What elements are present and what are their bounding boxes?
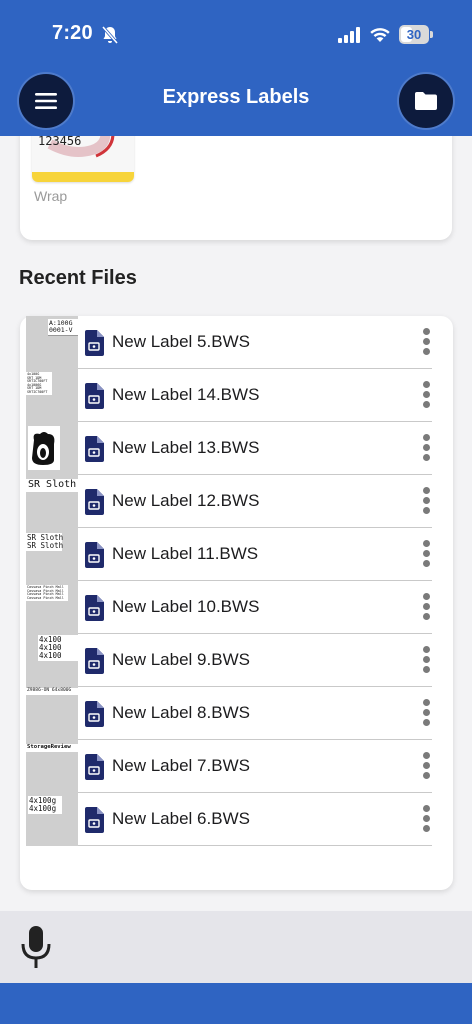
- file-name: New Label 11.BWS: [112, 544, 259, 563]
- file-document-icon: [85, 754, 104, 780]
- folder-icon: [415, 92, 437, 110]
- file-thumbnail-text: SR Sloth SR Sloth: [26, 533, 64, 551]
- more-vertical-icon[interactable]: [419, 434, 433, 464]
- file-name: New Label 12.BWS: [112, 491, 260, 510]
- file-row[interactable]: Z9886-ON 64x800G New Label 8.BWS: [26, 687, 432, 740]
- wifi-icon: [370, 28, 390, 42]
- file-document-icon: [85, 648, 104, 674]
- bell-off-icon: [101, 25, 119, 45]
- more-vertical-icon[interactable]: [419, 593, 433, 623]
- file-row[interactable]: StorageReview New Label 7.BWS: [26, 740, 432, 793]
- file-thumbnail-text: Z9886-ON 64x800G: [26, 688, 78, 695]
- file-thumbnail-text: Cassava Pinch Mall Cassava Pinch Mall Ca…: [26, 585, 68, 602]
- file-thumbnail-text: 4x100 4x100 4x100: [38, 635, 78, 661]
- file-thumbnail: 4x100 4x100 4x100: [26, 634, 78, 687]
- file-thumbnail: Cassava Pinch Mall Cassava Pinch Mall Ca…: [26, 581, 78, 634]
- more-vertical-icon[interactable]: [419, 646, 433, 676]
- file-thumbnail-text: 4x100G SRT 1DM SRTIC700FT 4x1006G SRT 1D…: [26, 372, 52, 396]
- more-vertical-icon[interactable]: [419, 752, 433, 782]
- file-name: New Label 9.BWS: [112, 650, 250, 669]
- file-name: New Label 8.BWS: [112, 703, 250, 722]
- file-document-icon: [85, 330, 104, 356]
- file-thumbnail: SR Sloth: [26, 475, 78, 528]
- file-thumbnail: A:100G 0001-V: [26, 316, 78, 369]
- file-thumbnail: Z9886-ON 64x800G: [26, 687, 78, 740]
- file-thumbnail: [26, 422, 78, 475]
- more-vertical-icon[interactable]: [419, 805, 433, 835]
- cellular-signal-icon: [338, 27, 360, 43]
- recent-files-card: A:100G 0001-V New Label 5.BWS 4x100G SRT 1…: [20, 316, 453, 890]
- file-name: New Label 10.BWS: [112, 597, 260, 616]
- templates-section: 123456 Wrap: [0, 136, 472, 246]
- open-folder-button[interactable]: [399, 74, 453, 128]
- recent-files-title: Recent Files: [19, 267, 137, 289]
- more-vertical-icon[interactable]: [419, 487, 433, 517]
- file-document-icon: [85, 489, 104, 515]
- file-thumbnail: StorageReview: [26, 740, 78, 793]
- battery-level: 30: [406, 27, 422, 42]
- more-vertical-icon[interactable]: [419, 328, 433, 358]
- row-divider: [78, 845, 432, 846]
- file-document-icon: [85, 436, 104, 462]
- file-name: New Label 13.BWS: [112, 438, 260, 457]
- file-row[interactable]: New Label 13.BWS: [26, 422, 432, 475]
- template-wrap-label[interactable]: Wrap: [34, 188, 67, 204]
- file-name: New Label 5.BWS: [112, 332, 250, 351]
- file-thumbnail-text: StorageReview: [26, 744, 78, 752]
- status-bar: 7:20 30: [0, 0, 472, 66]
- file-thumbnail: SR Sloth SR Sloth: [26, 528, 78, 581]
- file-row[interactable]: SR Sloth New Label 12.BWS: [26, 475, 432, 528]
- file-document-icon: [85, 542, 104, 568]
- file-row[interactable]: A:100G 0001-V New Label 5.BWS: [26, 316, 432, 369]
- file-row[interactable]: Cassava Pinch Mall Cassava Pinch Mall Ca…: [26, 581, 432, 634]
- microphone-icon[interactable]: [18, 924, 54, 970]
- wrap-thumb-text: 123456: [38, 136, 82, 148]
- battery-icon: 30: [399, 25, 433, 44]
- file-row[interactable]: 4x100 4x100 4x100 New Label 9.BWS: [26, 634, 432, 687]
- file-document-icon: [85, 701, 104, 727]
- file-thumbnail-text: 4x100g 4x100g: [28, 796, 62, 814]
- bottom-bar: [0, 983, 472, 1024]
- file-document-icon: [85, 807, 104, 833]
- more-vertical-icon[interactable]: [419, 699, 433, 729]
- app-header: Express Labels: [0, 66, 472, 136]
- file-name: New Label 7.BWS: [112, 756, 250, 775]
- file-thumbnail: 4x100G SRT 1DM SRTIC700FT 4x1006G SRT 1D…: [26, 369, 78, 422]
- file-name: New Label 14.BWS: [112, 385, 260, 404]
- voice-input-bar: [0, 911, 472, 983]
- more-vertical-icon[interactable]: [419, 540, 433, 570]
- file-thumbnail-text: SR Sloth: [26, 479, 78, 492]
- file-row[interactable]: 4x100G SRT 1DM SRTIC700FT 4x1006G SRT 1D…: [26, 369, 432, 422]
- file-row[interactable]: 4x100g 4x100g New Label 6.BWS: [26, 793, 432, 846]
- sloth-drawing-icon: [32, 432, 55, 465]
- file-document-icon: [85, 383, 104, 409]
- file-thumbnail-text: A:100G 0001-V: [48, 319, 78, 336]
- file-thumbnail: 4x100g 4x100g: [26, 793, 78, 846]
- file-row[interactable]: SR Sloth SR Sloth New Label 11.BWS: [26, 528, 432, 581]
- file-document-icon: [85, 595, 104, 621]
- file-name: New Label 6.BWS: [112, 809, 250, 828]
- template-wrap-thumbnail[interactable]: 123456: [32, 136, 134, 182]
- recent-files-list: A:100G 0001-V New Label 5.BWS 4x100G SRT 1…: [26, 316, 432, 846]
- status-time: 7:20: [52, 22, 93, 44]
- more-vertical-icon[interactable]: [419, 381, 433, 411]
